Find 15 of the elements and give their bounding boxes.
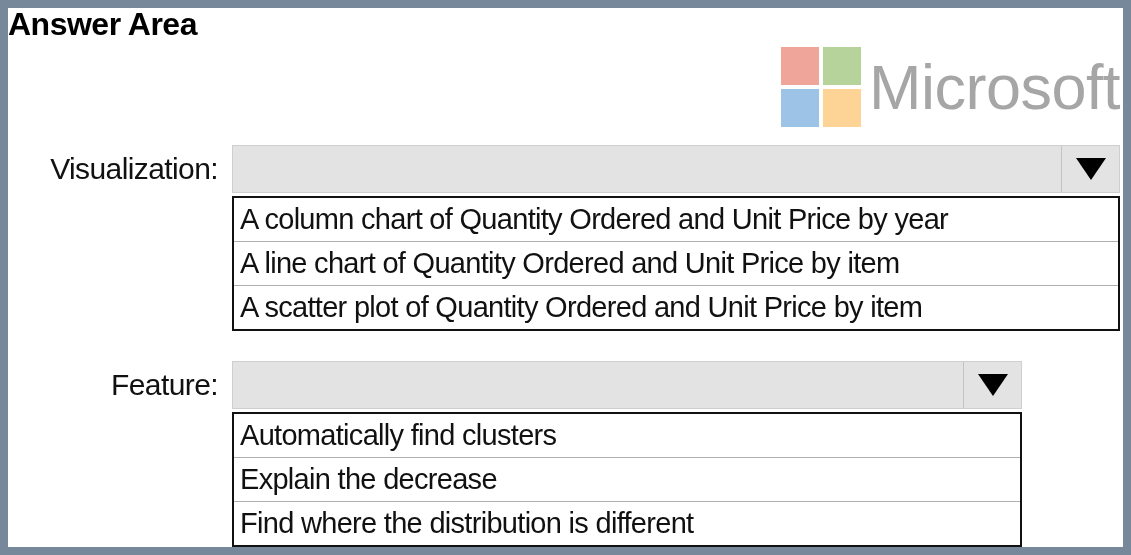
answer-area-title: Answer Area (8, 8, 197, 40)
dropdown-option[interactable]: Find where the distribution is different (234, 501, 1020, 545)
logo-text: Microsoft (868, 51, 1120, 124)
four-squares-icon (780, 47, 861, 127)
field-label: Feature: (110, 368, 218, 402)
dropdown-option[interactable]: Explain the decrease (234, 457, 1020, 501)
dropdown-select[interactable] (232, 145, 1120, 193)
dropdown-option[interactable]: A column chart of Quantity Ordered and Unit Price by year (234, 198, 1118, 241)
field-label: Visualization: (49, 152, 218, 186)
dropdown-select[interactable] (232, 361, 1022, 409)
dropdown-option[interactable]: A scatter plot of Quantity Ordered and Unit Price by item (234, 285, 1118, 329)
caret-icon (977, 374, 1008, 396)
caret-icon (1075, 158, 1106, 180)
dropdown-option[interactable]: Automatically find clusters (234, 414, 1020, 457)
dropdown-option[interactable]: A line chart of Quantity Ordered and Unit Price by item (234, 241, 1118, 285)
